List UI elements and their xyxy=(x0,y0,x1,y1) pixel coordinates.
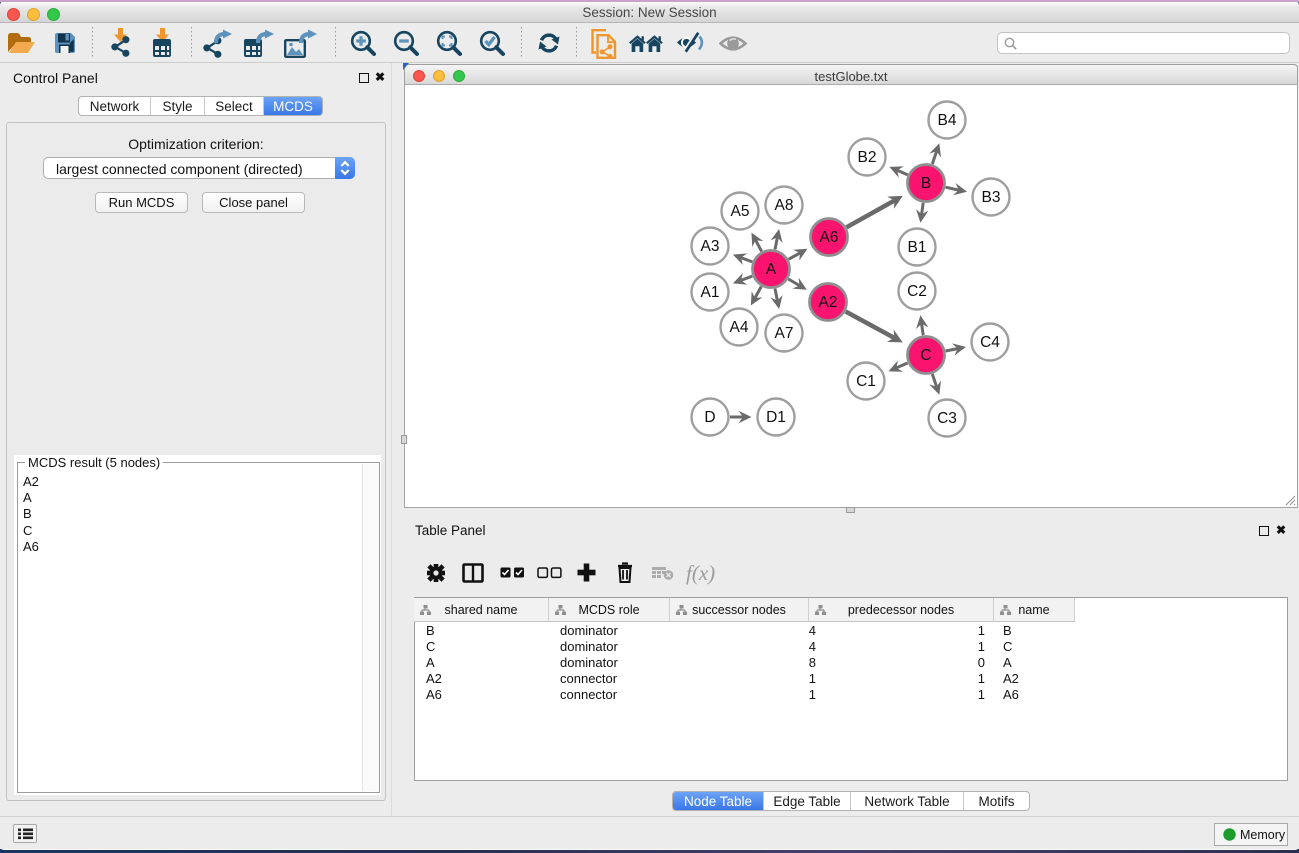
svg-text:B1: B1 xyxy=(908,239,927,256)
svg-text:A3: A3 xyxy=(701,238,720,255)
svg-text:A4: A4 xyxy=(730,319,749,336)
svg-text:A1: A1 xyxy=(701,284,720,301)
svg-text:C1: C1 xyxy=(856,373,876,390)
svg-text:A6: A6 xyxy=(820,229,839,246)
svg-text:A: A xyxy=(766,261,777,278)
svg-text:B3: B3 xyxy=(982,189,1001,206)
svg-text:D: D xyxy=(704,409,715,426)
svg-text:C2: C2 xyxy=(907,283,927,300)
svg-text:B: B xyxy=(921,175,931,192)
svg-text:C3: C3 xyxy=(937,410,957,427)
svg-text:A8: A8 xyxy=(775,197,794,214)
svg-text:A7: A7 xyxy=(775,325,794,342)
svg-text:A5: A5 xyxy=(731,203,750,220)
svg-text:A2: A2 xyxy=(819,294,838,311)
svg-text:C4: C4 xyxy=(980,334,1000,351)
svg-text:D1: D1 xyxy=(766,409,786,426)
svg-text:C: C xyxy=(920,347,931,364)
svg-text:B4: B4 xyxy=(938,112,957,129)
svg-text:B2: B2 xyxy=(858,149,877,166)
